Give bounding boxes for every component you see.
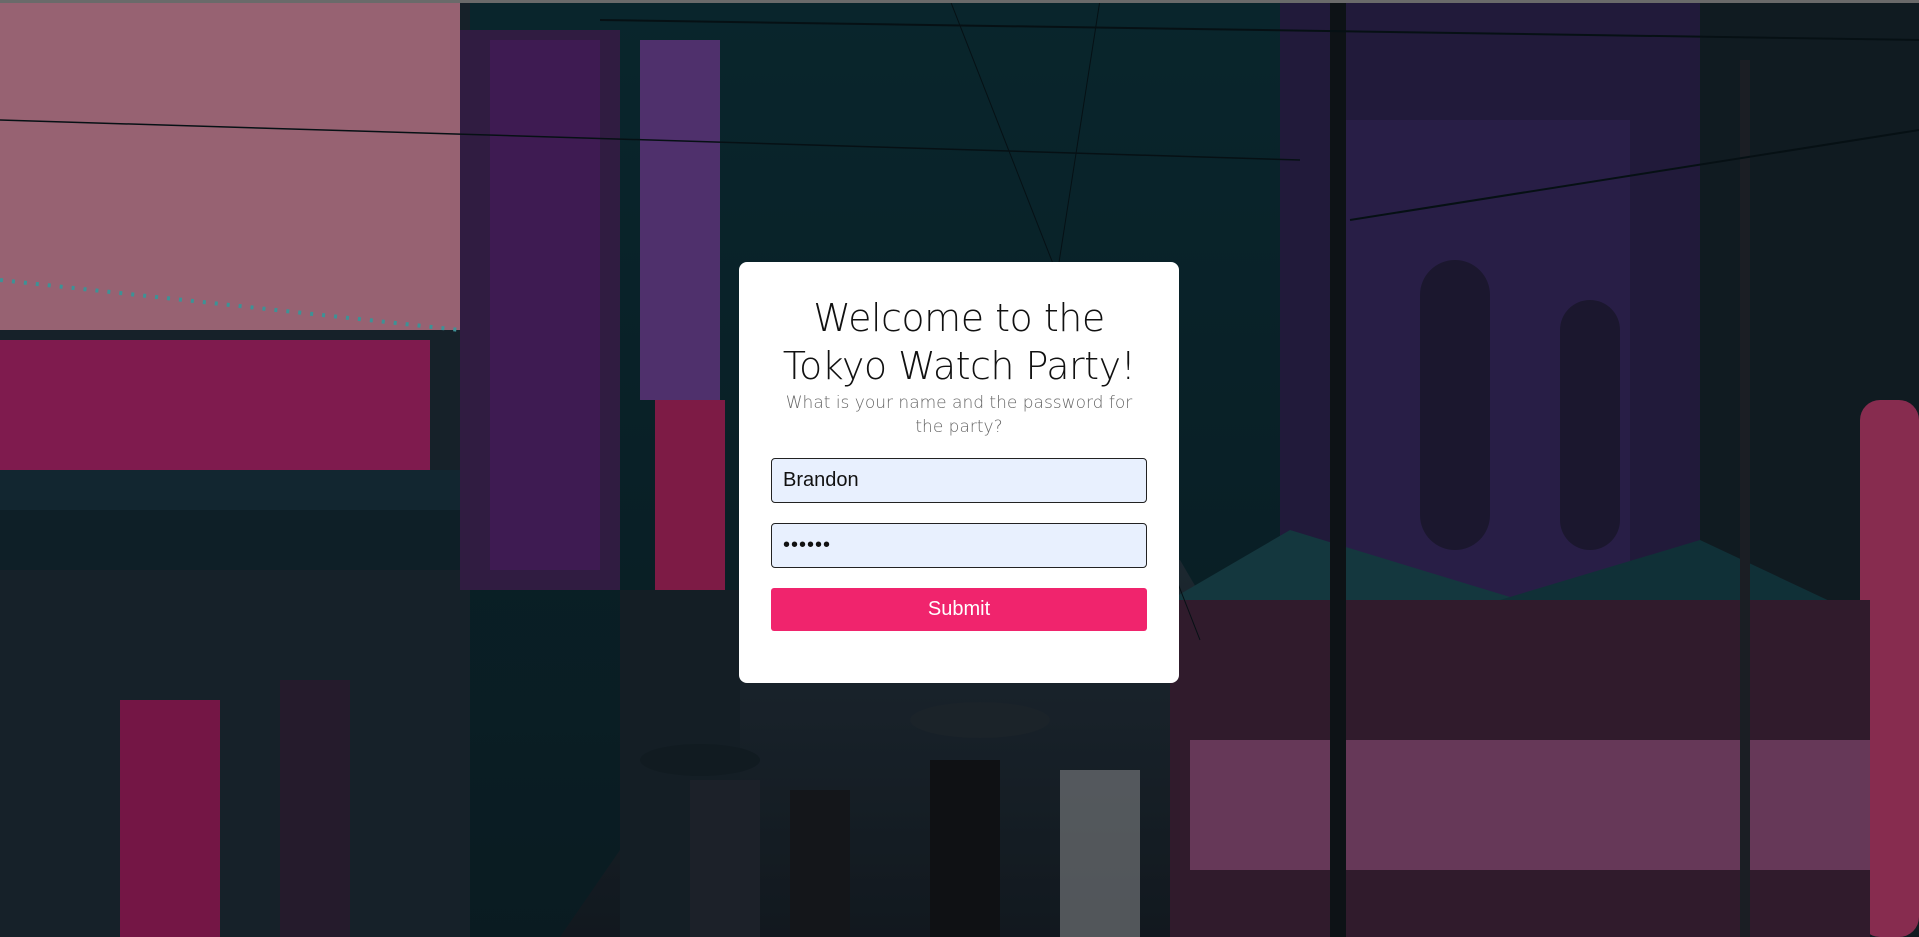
title-line-1: Welcome to the	[813, 296, 1105, 340]
submit-button[interactable]: Submit	[771, 588, 1147, 631]
password-input[interactable]	[771, 523, 1147, 568]
login-card: Welcome to the Tokyo Watch Party! What i…	[739, 262, 1179, 683]
welcome-title: Welcome to the Tokyo Watch Party!	[739, 294, 1179, 390]
subtitle: What is your name and the password for t…	[785, 393, 1133, 437]
window-top-edge	[0, 0, 1919, 3]
title-line-2: Tokyo Watch Party!	[782, 344, 1136, 388]
page: Welcome to the Tokyo Watch Party! What i…	[0, 0, 1919, 937]
name-input[interactable]	[771, 458, 1147, 503]
